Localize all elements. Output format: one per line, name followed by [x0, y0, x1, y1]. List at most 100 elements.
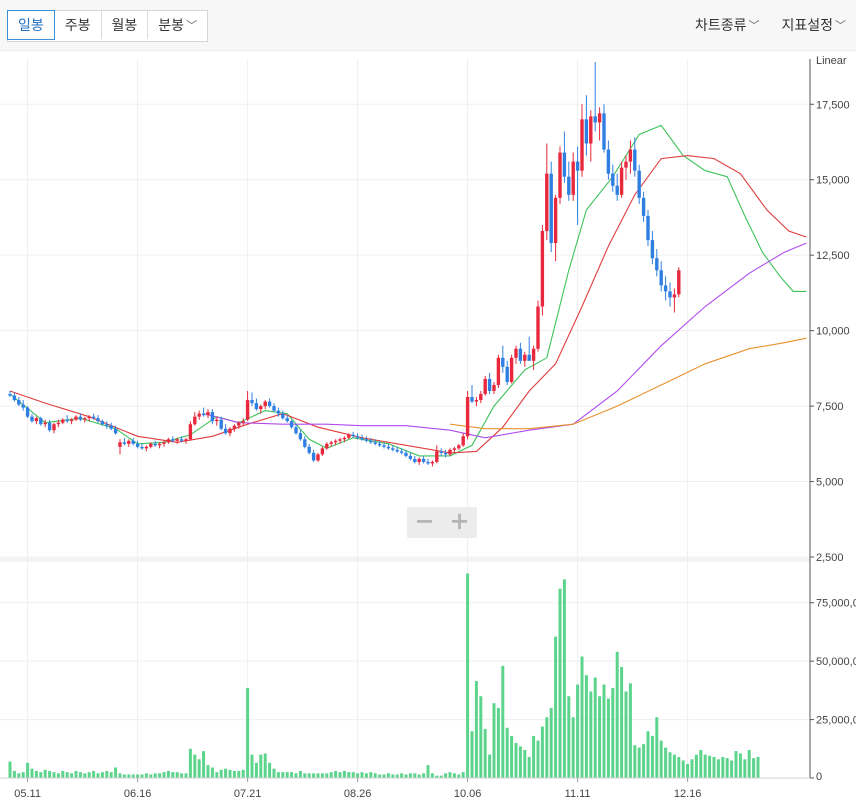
zoom-in-button[interactable]: + [442, 507, 477, 538]
candle-body [259, 406, 263, 410]
candle-body [496, 357, 501, 385]
volume-bar [395, 774, 399, 778]
candle-body [223, 428, 228, 434]
volume-bar [272, 768, 276, 778]
candle-body [232, 425, 237, 429]
candle-body [404, 452, 408, 456]
chevron-down-icon: ﹀ [835, 20, 846, 32]
stock-chart[interactable]: Linear 2,500 5,000 7,500 10,000 12,500 15,000 1… [0, 50, 856, 804]
candle-body [17, 400, 21, 405]
period-weekly-button[interactable]: 주봉 [55, 11, 102, 39]
candle-body [531, 348, 536, 361]
volume-bar [144, 773, 148, 778]
candle-body [171, 439, 175, 441]
candle-body [439, 451, 443, 453]
volume-bar [492, 703, 496, 778]
volume-bar [602, 684, 606, 778]
moving-average-line [449, 337, 807, 430]
candle-body [281, 413, 285, 419]
volume-bar [320, 773, 324, 778]
volume-bar [202, 751, 206, 778]
candle-body [426, 461, 430, 464]
volume-bar [334, 770, 338, 778]
candle-body [615, 185, 619, 195]
volume-bar [628, 683, 632, 778]
candle-body [474, 400, 479, 402]
candle-body [677, 270, 681, 295]
volume-bar [545, 717, 549, 778]
volume-bar [501, 665, 505, 778]
period-monthly-button[interactable]: 월봉 [102, 11, 149, 39]
volume-bar [26, 762, 30, 778]
candle-body [197, 413, 201, 417]
candle-body [118, 442, 122, 447]
candle-body [527, 354, 531, 361]
volume-bar [391, 774, 395, 778]
volume-bar [703, 754, 707, 778]
candle-body [606, 149, 611, 174]
volume-bar [606, 698, 610, 778]
candle-body [514, 348, 518, 358]
candle-body [540, 231, 545, 307]
volume-bar [378, 774, 382, 778]
volume-bar [474, 681, 478, 778]
volume-bar [382, 774, 386, 778]
indicator-settings-dropdown[interactable]: 지표설정 ﹀ [769, 10, 856, 40]
period-daily-button[interactable]: 일봉 [7, 10, 55, 40]
volume-bar [672, 754, 676, 778]
candle-body [276, 410, 281, 414]
candle-body [641, 197, 646, 216]
volume-bar [232, 770, 236, 778]
volume-bar [298, 770, 302, 778]
price-tick-label: 2,500 [816, 552, 844, 564]
volume-bar [505, 727, 509, 778]
candle-body [443, 452, 448, 455]
volume-bar [342, 770, 346, 778]
candle-body [487, 378, 492, 391]
volume-bar [210, 767, 214, 778]
volume-bar [690, 759, 694, 778]
zoom-out-button[interactable]: − [407, 507, 442, 538]
candle-body [646, 215, 650, 241]
volume-bar [562, 579, 566, 778]
candle-body [347, 434, 351, 438]
volume-tick-label: 25,000,0 [816, 715, 856, 727]
candle-body [650, 240, 655, 259]
candle-body [206, 412, 210, 416]
volume-bar [444, 773, 448, 778]
candle-body [395, 449, 399, 452]
candle-body [628, 149, 633, 162]
volume-bar [268, 762, 272, 778]
volume-bar [158, 773, 162, 778]
volume-bar [668, 752, 672, 778]
period-minute-dropdown[interactable]: 분봉 ﹀ [148, 11, 207, 39]
scale-mode-label: Linear [816, 55, 847, 67]
price-tick-label: 7,500 [816, 401, 844, 413]
candle-body [83, 418, 87, 420]
volume-bar [523, 749, 527, 778]
indicator-settings-label: 지표설정 [781, 17, 833, 33]
volume-bar [558, 588, 562, 778]
candle-body [523, 354, 527, 361]
volume-bar [496, 707, 500, 778]
volume-bar [686, 763, 690, 778]
candle-body [633, 149, 637, 171]
volume-bar [237, 770, 241, 778]
volume-bar [12, 770, 16, 778]
candle-body [149, 443, 153, 447]
volume-bar [149, 774, 153, 778]
chart-type-dropdown[interactable]: 차트종류 ﹀ [683, 10, 770, 40]
volume-bar [708, 755, 712, 778]
volume-bar [290, 772, 294, 778]
volume-bar [140, 774, 144, 778]
candle-body [457, 445, 461, 449]
volume-bar [193, 754, 197, 778]
volume-bar [483, 728, 487, 778]
volume-bar [180, 773, 184, 778]
volume-bar [87, 772, 91, 778]
volume-bar [250, 754, 254, 778]
volume-bar [694, 754, 698, 778]
volume-bar [426, 765, 430, 778]
candle-body [338, 439, 342, 441]
volume-bar [153, 773, 157, 778]
